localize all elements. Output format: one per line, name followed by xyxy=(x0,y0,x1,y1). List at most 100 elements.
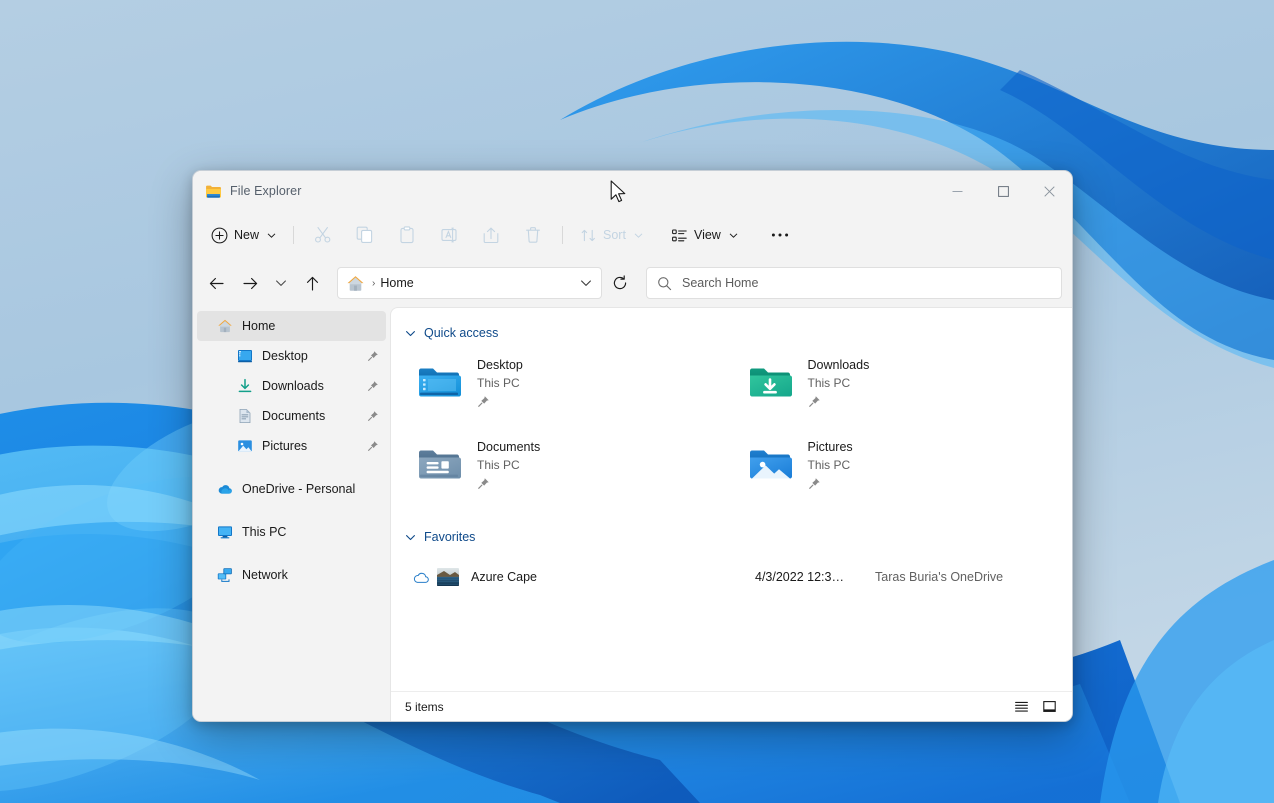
breadcrumb-path[interactable]: Home xyxy=(380,276,413,290)
tile-text: Documents This PC xyxy=(477,438,540,495)
pin-icon[interactable] xyxy=(366,440,380,452)
quick-access-tile-downloads[interactable]: Downloads This PC xyxy=(732,348,1063,430)
large-icons-view-button[interactable] xyxy=(1036,695,1062,719)
desktop-icon xyxy=(237,348,253,364)
home-icon[interactable] xyxy=(346,274,365,293)
see-more-button[interactable] xyxy=(760,219,800,251)
quick-access-header-label: Quick access xyxy=(424,326,498,340)
new-button[interactable]: New xyxy=(205,219,284,251)
chevron-down-icon xyxy=(580,277,592,289)
toolbar-separator-2 xyxy=(562,226,563,244)
share-icon xyxy=(482,226,500,244)
onedrive-icon xyxy=(217,481,233,497)
pin-icon[interactable] xyxy=(366,410,380,422)
titlebar[interactable]: File Explorer xyxy=(193,171,1072,211)
tile-location: This PC xyxy=(808,457,853,474)
address-dropdown-button[interactable] xyxy=(573,269,599,297)
favorites-row[interactable]: Azure Cape 4/3/2022 12:3… Taras Buria's … xyxy=(401,560,1062,594)
delete-button[interactable] xyxy=(513,219,553,251)
new-button-label: New xyxy=(234,228,259,242)
favorites-header-label: Favorites xyxy=(424,530,475,544)
search-input[interactable] xyxy=(682,276,1051,290)
sidebar-item-network[interactable]: Network xyxy=(197,560,386,590)
quick-access-tile-pictures[interactable]: Pictures This PC xyxy=(732,430,1063,512)
sort-button[interactable]: Sort xyxy=(572,219,651,251)
ellipsis-icon xyxy=(771,232,789,238)
tile-location: This PC xyxy=(808,375,870,392)
quick-access-header[interactable]: Quick access xyxy=(401,320,1062,346)
sidebar-item-this-pc[interactable]: This PC xyxy=(197,517,386,547)
command-bar: New xyxy=(193,211,1072,259)
pin-icon[interactable] xyxy=(366,350,380,362)
sidebar-item-documents[interactable]: Documents xyxy=(197,401,386,431)
trash-icon xyxy=(524,226,542,244)
tile-text: Pictures This PC xyxy=(808,438,853,495)
minimize-button[interactable] xyxy=(934,171,980,211)
quick-access-tile-documents[interactable]: Documents This PC xyxy=(401,430,732,512)
address-bar[interactable]: › Home xyxy=(337,267,602,299)
navigation-pane: Home Desktop xyxy=(193,307,390,721)
home-icon xyxy=(217,318,233,334)
maximize-button[interactable] xyxy=(980,171,1026,211)
sort-icon xyxy=(580,227,597,244)
window-title: File Explorer xyxy=(230,184,301,198)
share-button[interactable] xyxy=(471,219,511,251)
sidebar-item-label: This PC xyxy=(242,525,380,539)
window-body: Home Desktop xyxy=(193,307,1072,721)
content-scroll-area[interactable]: Quick access xyxy=(391,308,1072,691)
tile-name: Downloads xyxy=(808,357,870,374)
forward-button[interactable] xyxy=(233,267,267,299)
view-button-label: View xyxy=(694,228,721,242)
sidebar-item-desktop[interactable]: Desktop xyxy=(197,341,386,371)
pin-icon[interactable] xyxy=(477,477,540,495)
rename-button[interactable] xyxy=(429,219,469,251)
forward-arrow-icon xyxy=(242,275,259,292)
toolbar-separator xyxy=(293,226,294,244)
favorites-list: Azure Cape 4/3/2022 12:3… Taras Buria's … xyxy=(401,552,1062,594)
search-icon xyxy=(657,276,672,291)
up-button[interactable] xyxy=(295,267,329,299)
tile-text: Desktop This PC xyxy=(477,356,523,413)
tile-name: Documents xyxy=(477,439,540,456)
refresh-button[interactable] xyxy=(604,267,636,299)
network-icon xyxy=(217,567,233,583)
recent-locations-button[interactable] xyxy=(267,267,295,299)
close-button[interactable] xyxy=(1026,171,1072,211)
pin-icon[interactable] xyxy=(808,395,870,413)
chevron-down-icon[interactable] xyxy=(405,328,416,339)
chevron-down-icon xyxy=(275,277,287,289)
scissors-icon xyxy=(314,226,332,244)
minimize-icon xyxy=(952,186,963,197)
status-bar: 5 items xyxy=(391,691,1072,721)
copy-button[interactable] xyxy=(345,219,385,251)
downloads-icon xyxy=(237,378,253,394)
view-button[interactable]: View xyxy=(663,219,746,251)
favorites-row-date: 4/3/2022 12:3… xyxy=(755,570,875,584)
pin-icon[interactable] xyxy=(366,380,380,392)
sidebar-item-label: Pictures xyxy=(262,439,366,453)
back-button[interactable] xyxy=(199,267,233,299)
quick-access-tile-desktop[interactable]: Desktop This PC xyxy=(401,348,732,430)
folder-documents-icon xyxy=(415,440,463,488)
details-view-button[interactable] xyxy=(1008,695,1034,719)
large-icons-view-icon xyxy=(1042,699,1057,714)
sidebar-item-pictures[interactable]: Pictures xyxy=(197,431,386,461)
chevron-down-icon[interactable] xyxy=(405,532,416,543)
pin-icon[interactable] xyxy=(808,477,853,495)
paste-button[interactable] xyxy=(387,219,427,251)
sidebar-item-home[interactable]: Home xyxy=(197,311,386,341)
folder-pictures-icon xyxy=(746,440,794,488)
sidebar-item-onedrive[interactable]: OneDrive - Personal xyxy=(197,474,386,504)
cut-button[interactable] xyxy=(303,219,343,251)
pin-icon[interactable] xyxy=(477,395,523,413)
breadcrumb: › Home xyxy=(346,274,573,293)
copy-icon xyxy=(356,226,374,244)
close-icon xyxy=(1044,186,1055,197)
breadcrumb-separator: › xyxy=(371,278,376,289)
sidebar-item-downloads[interactable]: Downloads xyxy=(197,371,386,401)
navigation-bar: › Home xyxy=(193,259,1072,307)
item-count-label: 5 items xyxy=(405,700,444,714)
favorites-header[interactable]: Favorites xyxy=(401,524,1062,550)
sidebar-item-label: Documents xyxy=(262,409,366,423)
search-box[interactable] xyxy=(646,267,1062,299)
